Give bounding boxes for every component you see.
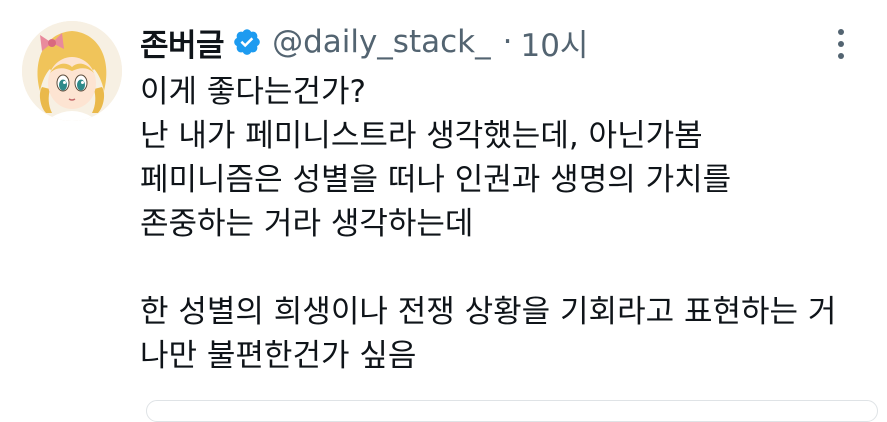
- more-dot-icon: [838, 29, 844, 35]
- verified-badge-icon: [232, 27, 262, 57]
- tweet-text-line: 나만 불편한건가 싶음: [140, 338, 417, 374]
- avatar-image: [22, 21, 122, 121]
- quoted-content-card[interactable]: [146, 400, 878, 422]
- tweet-text: 이게 좋다는건가? 난 내가 페미니스트라 생각했는데, 아닌가봄 페미니즘은 …: [140, 70, 875, 378]
- display-name[interactable]: 존버글: [140, 20, 225, 65]
- tweet-text-line: 이게 좋다는건가?: [140, 74, 366, 110]
- header-separator: ·: [502, 24, 513, 60]
- more-options-icon[interactable]: [826, 24, 856, 64]
- avatar[interactable]: [22, 21, 122, 121]
- tweet-text-line: 난 내가 페미니스트라 생각했는데, 아닌가봄: [140, 118, 703, 154]
- tweet-card: 존버글 @daily_stack_ · 10시 이게 좋다는건가? 난 내가 페…: [0, 0, 887, 422]
- user-handle[interactable]: @daily_stack_: [272, 24, 491, 60]
- tweet-header: 존버글 @daily_stack_ · 10시: [140, 14, 588, 70]
- tweet-text-line: 페미니즘은 성별을 떠나 인권과 생명의 가치를: [140, 162, 732, 198]
- more-dot-icon: [838, 53, 844, 59]
- tweet-text-line: 존중하는 거라 생각하는데: [140, 206, 474, 242]
- more-dot-icon: [838, 41, 844, 47]
- tweet-text-line: 한 성별의 희생이나 전쟁 상황을 기회라고 표현하는 거: [140, 294, 837, 330]
- timestamp[interactable]: 10시: [520, 20, 588, 65]
- tweet-text-line: [140, 246, 875, 290]
